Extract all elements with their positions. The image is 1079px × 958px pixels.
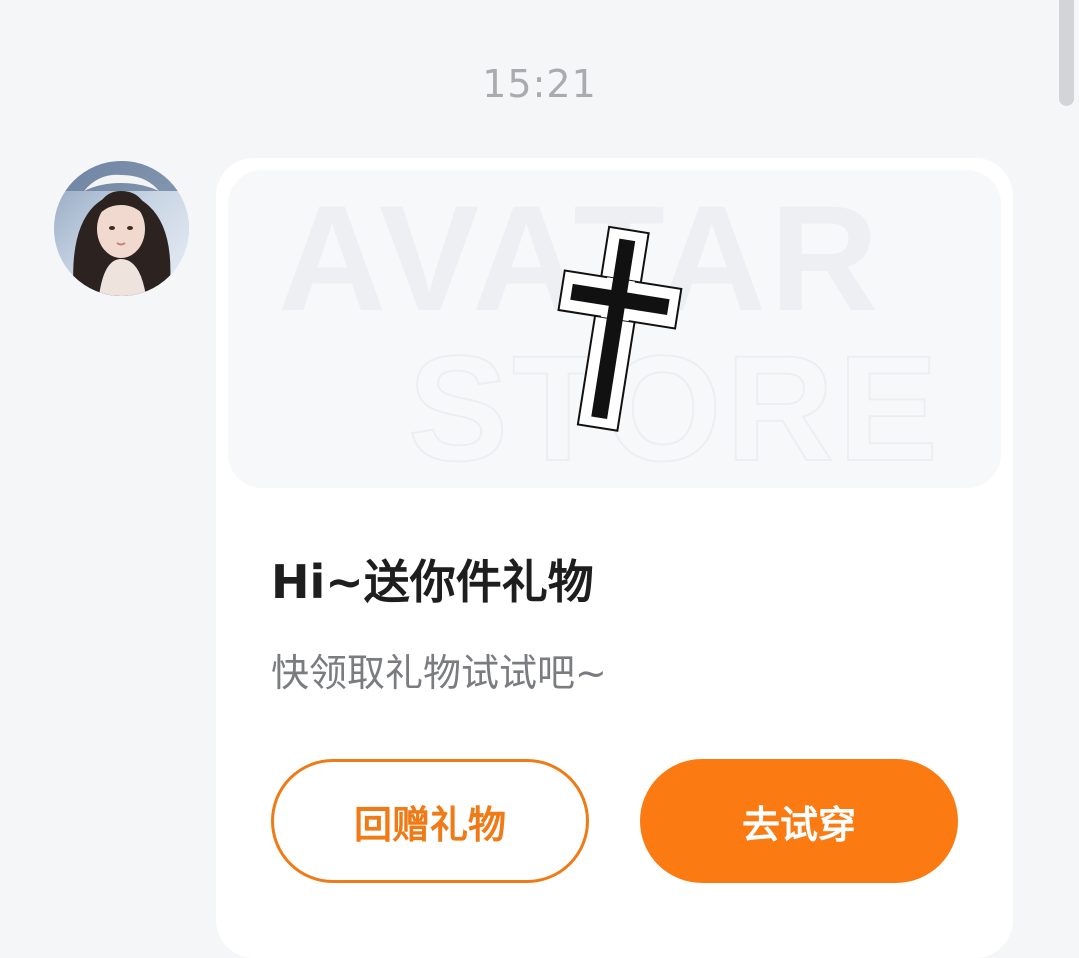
return-gift-button[interactable]: 回赠礼物 (271, 759, 589, 883)
gift-message-card: AVATAR STORE Hi~送你件礼物 快领取礼物试试吧~ 回赠礼物 去试穿 (216, 158, 1013, 958)
watermark-text-avatar: AVATAR (278, 174, 882, 342)
try-on-button[interactable]: 去试穿 (640, 759, 958, 883)
gift-subtitle: 快领取礼物试试吧~ (271, 651, 607, 695)
message-timestamp: 15:21 (482, 62, 597, 106)
sender-avatar[interactable] (54, 161, 189, 296)
gift-title: Hi~送你件礼物 (271, 555, 594, 609)
user-avatar-photo-icon (54, 161, 189, 296)
gift-banner: AVATAR STORE (228, 170, 1001, 488)
watermark-text-store: STORE (408, 324, 942, 488)
